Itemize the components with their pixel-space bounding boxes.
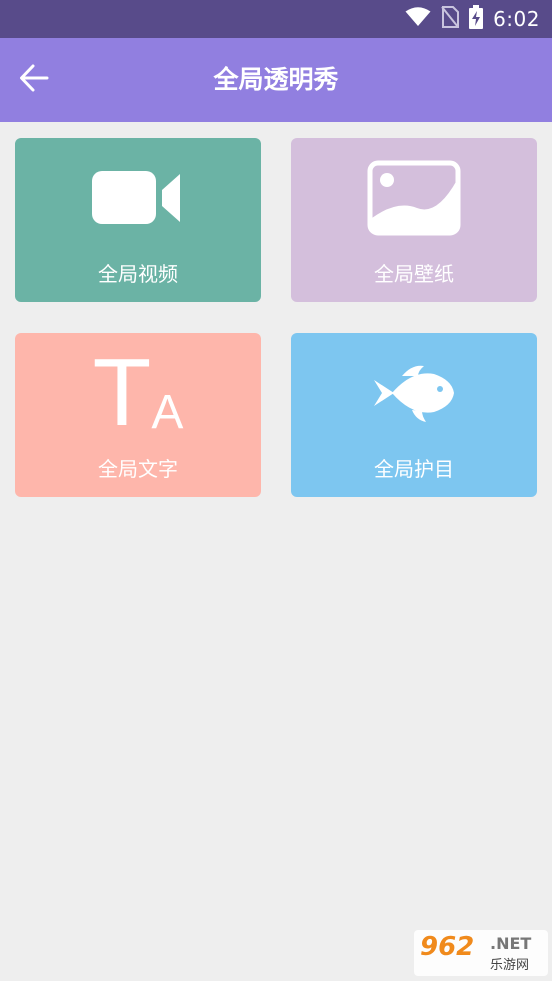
card-label: 全局文字 (98, 457, 178, 481)
page-title: 全局透明秀 (213, 65, 339, 94)
card-global-wallpaper[interactable]: 全局壁纸 (291, 138, 537, 302)
card-global-video[interactable]: 全局视频 (15, 138, 261, 302)
text-icon-big-letter: T (92, 339, 152, 446)
card-icon-wrap (291, 355, 537, 435)
battery-charging-icon (469, 5, 484, 33)
watermark-logo: 962 .NET 乐游网 (414, 930, 548, 976)
status-icons: 6:02 (405, 0, 540, 38)
card-icon-wrap (291, 160, 537, 240)
watermark-number: 962 (420, 932, 475, 962)
video-camera-icon (92, 168, 184, 232)
image-icon (367, 160, 461, 240)
card-icon-wrap (15, 160, 261, 240)
card-icon-wrap: T A (15, 343, 261, 443)
status-bar: 6:02 (0, 0, 552, 38)
watermark-subtitle: 乐游网 (490, 958, 530, 973)
no-sim-icon (441, 6, 460, 32)
status-time: 6:02 (493, 7, 540, 31)
arrow-left-icon (19, 63, 49, 97)
card-label: 全局视频 (98, 262, 178, 286)
card-label: 全局护目 (374, 457, 454, 481)
wifi-icon (405, 7, 431, 31)
app-bar: 全局透明秀 (0, 38, 552, 122)
fish-icon (372, 362, 456, 428)
card-global-eye-care[interactable]: 全局护目 (291, 333, 537, 497)
text-icon: T A (93, 345, 184, 441)
watermark-suffix: .NET (490, 934, 532, 953)
card-global-text[interactable]: T A 全局文字 (15, 333, 261, 497)
back-button[interactable] (14, 60, 54, 100)
card-label: 全局壁纸 (374, 262, 454, 286)
text-icon-small-letter: A (151, 386, 184, 439)
